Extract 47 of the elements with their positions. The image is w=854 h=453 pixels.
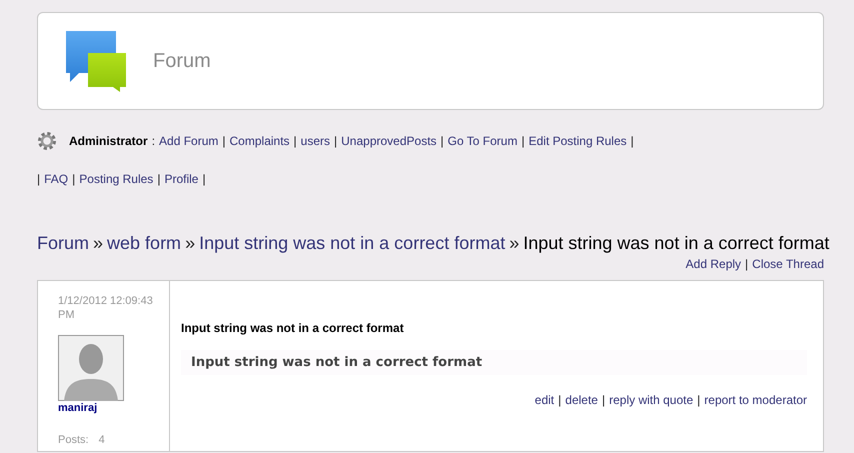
separator: |	[72, 172, 76, 186]
separator: |	[745, 257, 748, 271]
post-subject: Input string was not in a correct format	[181, 321, 405, 335]
nav-link[interactable]: edit	[534, 393, 554, 407]
nav-link[interactable]: report to moderator	[704, 393, 807, 407]
nav-link[interactable]: Add Forum	[159, 134, 218, 148]
page-title: Forum	[153, 50, 211, 72]
nav-link[interactable]: Add Reply	[686, 257, 742, 271]
nav-link[interactable]: FAQ	[44, 172, 68, 186]
post-date: 1/12/2012 12:09:43 PM	[58, 294, 154, 322]
current-page: Input string was not in a correct format	[523, 233, 830, 254]
posts-label: Posts:	[58, 434, 89, 446]
nav-link[interactable]: Input string was not in a correct format	[199, 233, 506, 254]
nav-link[interactable]: Complaints	[230, 134, 290, 148]
nav-link[interactable]: delete	[565, 393, 598, 407]
chat-bubbles-icon	[65, 30, 127, 92]
nav-link[interactable]: Close Thread	[752, 257, 824, 271]
separator: |	[202, 172, 206, 186]
separator: |	[630, 134, 634, 148]
separator: |	[558, 393, 562, 407]
nav-link[interactable]: Edit Posting Rules	[528, 134, 627, 148]
author-name: maniraj	[58, 402, 98, 414]
nav-link[interactable]: reply with quote	[609, 393, 694, 407]
separator: |	[294, 134, 297, 148]
separator: |	[334, 134, 338, 148]
nav-link[interactable]: Profile	[164, 172, 198, 186]
gear-icon	[37, 131, 57, 151]
role-label: Administrator	[69, 134, 148, 148]
separator: |	[521, 134, 525, 148]
nav-link[interactable]: Go To Forum	[448, 134, 518, 148]
nav-link[interactable]: web form	[107, 233, 182, 254]
nav-link[interactable]: UnapprovedPosts	[341, 134, 437, 148]
separator: »	[509, 233, 520, 254]
post-body: Input string was not in a correct format	[181, 350, 807, 375]
separator: :	[152, 134, 156, 148]
nav-link[interactable]: Forum	[37, 233, 90, 254]
separator: |	[37, 172, 40, 186]
nav-link[interactable]: Posting Rules	[79, 172, 154, 186]
separator: |	[157, 172, 160, 186]
separator: »	[185, 233, 196, 254]
separator: |	[697, 393, 700, 407]
separator: |	[602, 393, 606, 407]
separator: |	[222, 134, 226, 148]
separator: |	[440, 134, 444, 148]
posts-count: 4	[98, 434, 105, 446]
separator: »	[93, 233, 104, 254]
nav-link[interactable]: users	[300, 134, 330, 148]
